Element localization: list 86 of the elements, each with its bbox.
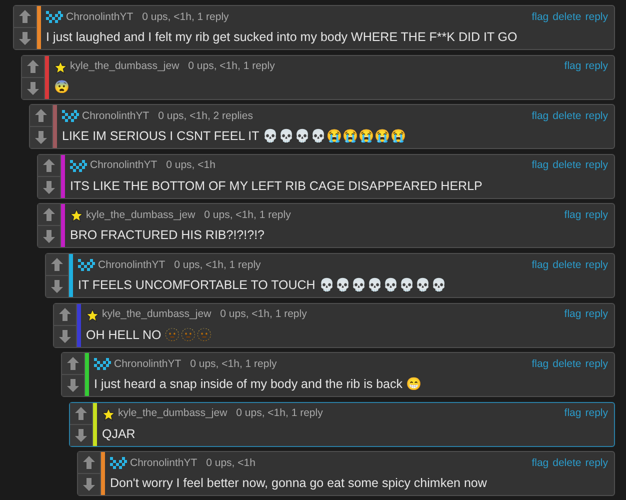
pixel-avatar-icon — [70, 160, 87, 173]
username-link[interactable]: kyle_the_dumbass_jew — [86, 208, 196, 224]
username-link[interactable]: ChronolinthYT — [98, 258, 166, 274]
username-link[interactable]: ChronolinthYT — [114, 356, 182, 373]
comment-meta: 0 ups, <1h, 1 reply — [188, 59, 275, 74]
action-link[interactable]: reply — [585, 258, 608, 274]
action-link[interactable]: flag — [564, 59, 582, 75]
star-avatar-icon — [70, 209, 83, 222]
comment-meta: 0 ups, <1h, 1 reply — [142, 10, 229, 25]
star-avatar-icon — [54, 60, 67, 74]
action-link[interactable]: delete — [552, 456, 582, 472]
pixel-avatar-icon — [78, 258, 95, 272]
username-link[interactable]: kyle_the_dumbass_jew — [118, 406, 228, 422]
action-link[interactable]: flag — [532, 158, 549, 174]
arrow-up-icon — [27, 60, 39, 73]
comment-text: ITS LIKE THE BOTTOM OF MY LEFT RIB CAGE DISAPPEARED HERLP — [70, 178, 484, 195]
comment-text: I just heard a snap inside of my body and the rib is back 😁 — [94, 376, 423, 394]
action-link[interactable]: flag — [532, 456, 549, 472]
star-avatar-icon — [102, 408, 115, 421]
comment-text: QJAR — [102, 426, 136, 443]
arrow-up-icon — [43, 158, 55, 172]
username-link[interactable]: kyle_the_dumbass_jew — [70, 59, 180, 75]
username-link[interactable]: ChronolinthYT — [82, 108, 150, 125]
action-link[interactable]: reply — [585, 307, 608, 323]
action-link[interactable]: reply — [585, 59, 608, 75]
comment-text: Don't worry I feel better now, gonna go eat some spicy chimken now — [110, 475, 488, 492]
action-link[interactable]: reply — [585, 356, 608, 373]
arrow-up-icon — [59, 308, 71, 321]
username-link[interactable]: ChronolinthYT — [130, 456, 198, 472]
arrow-up-icon — [19, 10, 31, 23]
action-link[interactable]: reply — [585, 158, 608, 174]
arrow-up-icon — [35, 109, 47, 122]
comment-text: LIKE IM SERIOUS I CSNT FEEL IT 💀💀💀💀😭😭😭😭😭 — [62, 128, 408, 146]
comment-meta: 0 ups, <1h, 1 reply — [190, 356, 277, 372]
arrow-down-icon — [59, 330, 71, 343]
arrow-up-icon — [43, 208, 55, 222]
comment-meta: 0 ups, <1h, 2 replies — [158, 108, 253, 124]
action-link[interactable]: flag — [532, 356, 549, 373]
arrow-down-icon — [35, 131, 47, 144]
comment-text: I just laughed and I felt my rib get sucked into my body WHERE THE F**K DID IT GO — [46, 29, 518, 46]
arrow-down-icon — [83, 478, 95, 492]
arrow-up-icon — [67, 357, 79, 370]
arrow-down-icon — [43, 230, 55, 244]
comment-meta: 0 ups, <1h, 1 reply — [220, 307, 307, 322]
arrow-up-icon — [83, 456, 95, 470]
action-link[interactable]: delete — [552, 158, 582, 174]
action-link[interactable]: reply — [585, 456, 608, 472]
arrow-down-icon — [51, 280, 63, 293]
action-link[interactable]: delete — [552, 108, 582, 125]
pixel-avatar-icon — [62, 110, 79, 124]
action-link[interactable]: flag — [564, 307, 582, 323]
arrow-down-icon — [43, 180, 55, 194]
arrow-down-icon — [67, 379, 79, 392]
comment-text: OH HELL NO 🫥🫥🫥 — [86, 326, 214, 344]
pixel-avatar-icon — [94, 358, 111, 372]
arrow-down-icon — [27, 82, 39, 95]
action-link[interactable]: reply — [585, 406, 608, 422]
star-avatar-icon — [86, 308, 99, 322]
action-link[interactable]: flag — [532, 10, 549, 26]
action-link[interactable]: delete — [552, 356, 582, 373]
comment-meta: 0 ups, <1h — [206, 456, 256, 471]
arrow-up-icon — [75, 406, 87, 420]
action-link[interactable]: delete — [552, 258, 582, 274]
comment-meta: 0 ups, <1h — [166, 158, 216, 174]
arrow-up-icon — [51, 258, 63, 271]
comment-meta: 0 ups, <1h, 1 reply — [174, 258, 261, 273]
pixel-avatar-icon — [110, 457, 127, 470]
action-link[interactable]: flag — [532, 108, 549, 125]
action-link[interactable]: flag — [564, 406, 582, 422]
comment-text: BRO FRACTURED HIS RIB?!?!?!? — [70, 227, 266, 244]
comment-text: 😨 — [54, 78, 71, 96]
username-link[interactable]: ChronolinthYT — [90, 158, 158, 174]
action-link[interactable]: reply — [585, 208, 608, 224]
action-link[interactable]: reply — [585, 10, 608, 26]
comment-text: IT FEELS UNCOMFORTABLE TO TOUCH 💀💀💀💀💀💀💀💀 — [78, 276, 448, 294]
arrow-down-icon — [75, 428, 87, 442]
action-link[interactable]: delete — [552, 10, 582, 26]
action-link[interactable]: reply — [585, 108, 608, 125]
username-link[interactable]: kyle_the_dumbass_jew — [102, 307, 212, 323]
pixel-avatar-icon — [46, 11, 63, 24]
username-link[interactable]: ChronolinthYT — [66, 10, 134, 26]
comment-meta: 0 ups, <1h, 1 reply — [204, 208, 291, 223]
comment-meta: 0 ups, <1h, 1 reply — [236, 406, 323, 422]
action-link[interactable]: flag — [532, 258, 549, 274]
arrow-down-icon — [19, 32, 31, 45]
action-link[interactable]: flag — [564, 208, 582, 224]
